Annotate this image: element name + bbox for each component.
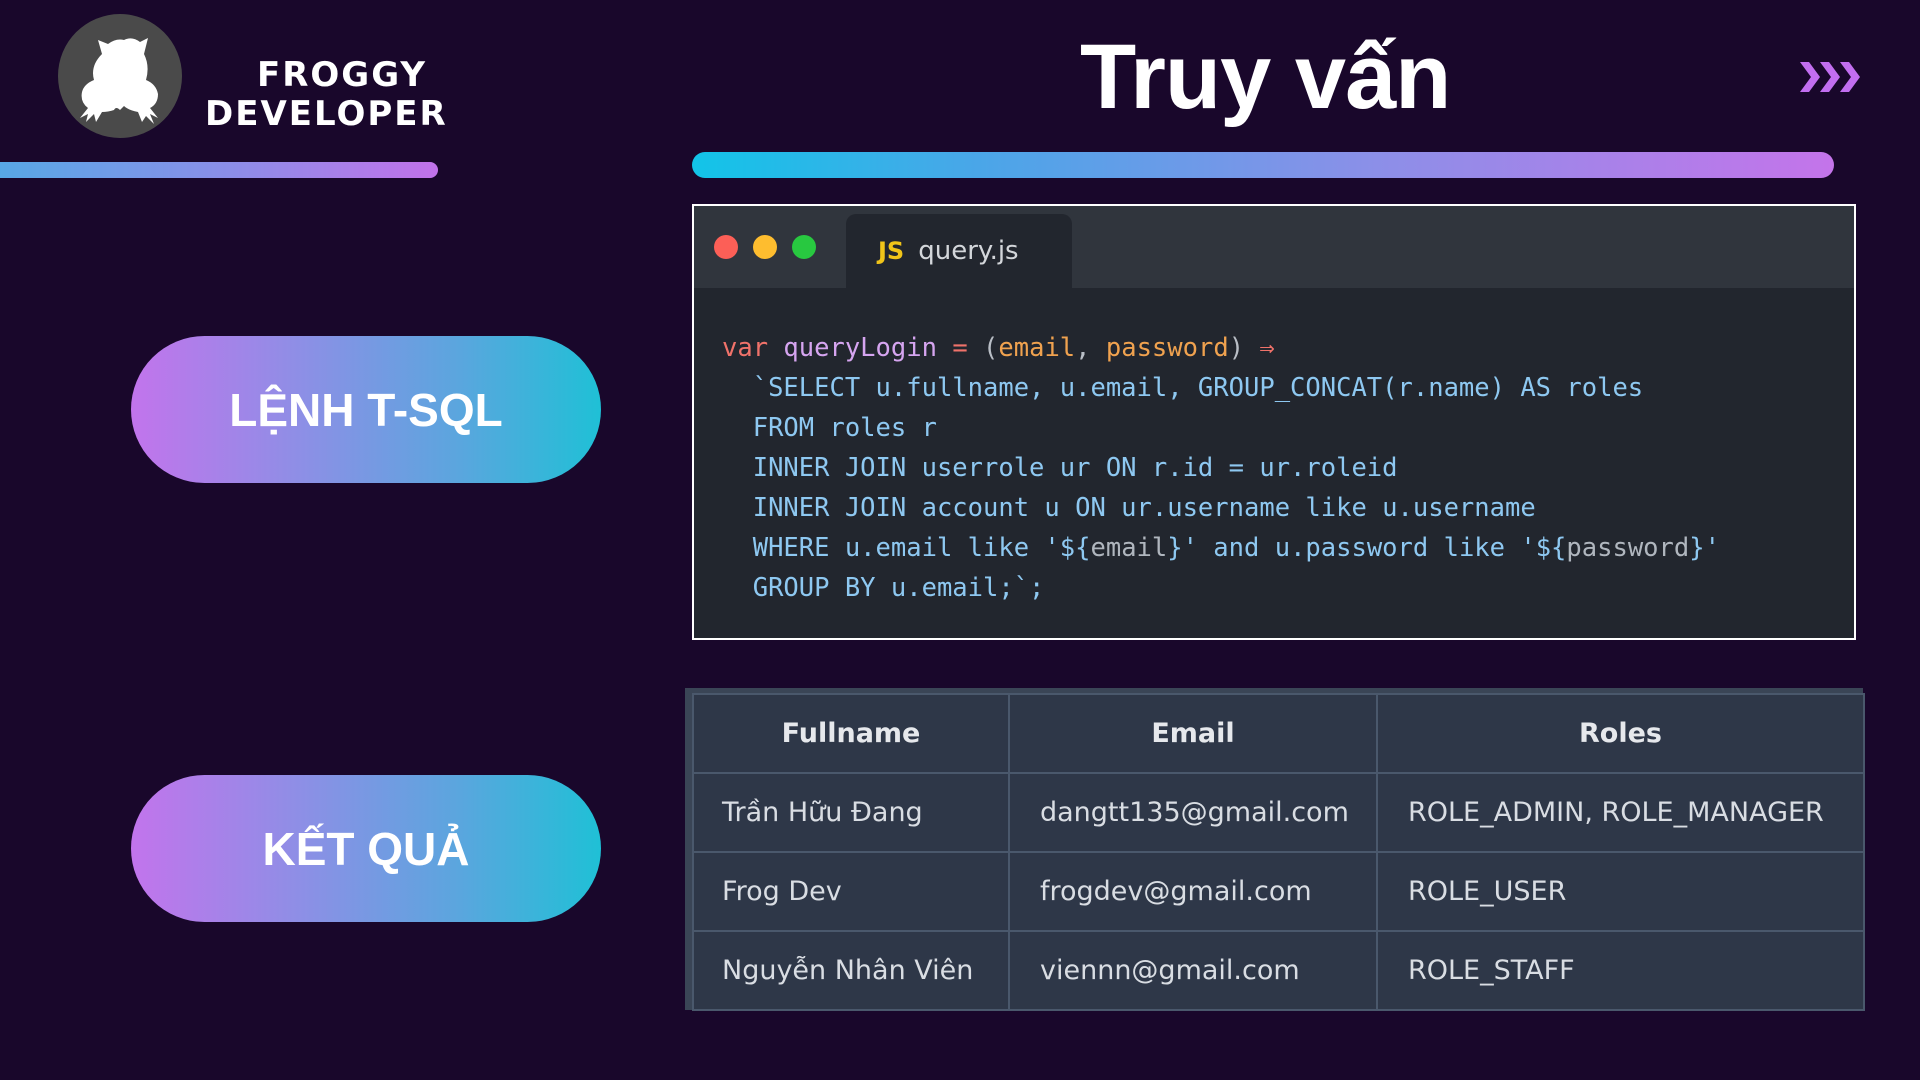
- code-content: var queryLogin = (email, password) ⇒ `SE…: [722, 328, 1720, 608]
- code-punct: ,: [1075, 333, 1091, 363]
- code-template-var: password: [1566, 533, 1690, 563]
- code-operator: =: [952, 333, 968, 363]
- code-line-1: var queryLogin = (email, password) ⇒: [722, 328, 1720, 368]
- table-header-row: Fullname Email Roles: [692, 693, 1865, 774]
- javascript-file-icon: JS: [878, 237, 905, 265]
- code-arrow: ⇒: [1259, 333, 1275, 363]
- triple-chevron-right-icon[interactable]: [1800, 60, 1862, 94]
- code-editor-window: JS query.js var queryLogin = (email, pas…: [692, 204, 1856, 640]
- code-template-var: email: [1090, 533, 1168, 563]
- code-line-5: INNER JOIN account u ON ur.username like…: [722, 488, 1720, 528]
- maximize-window-dot[interactable]: [792, 235, 816, 259]
- decorative-gradient-bar-right: [692, 152, 1834, 178]
- code-identifier: queryLogin: [783, 333, 937, 363]
- close-window-dot[interactable]: [714, 235, 738, 259]
- cell-roles: ROLE_ADMIN, ROLE_MANAGER: [1376, 772, 1865, 853]
- page-title: Truy vấn: [1080, 26, 1451, 128]
- code-line-7: GROUP BY u.email;`;: [722, 568, 1720, 608]
- editor-titlebar: JS query.js: [694, 206, 1854, 288]
- result-table-container: Fullname Email Roles Trần Hữu Đang dangt…: [685, 688, 1865, 1011]
- result-table: Fullname Email Roles Trần Hữu Đang dangt…: [692, 693, 1865, 1011]
- code-param: password: [1105, 333, 1229, 363]
- brand-line-1: FROGGY: [257, 55, 427, 95]
- cell-email: viennn@gmail.com: [1008, 930, 1378, 1011]
- cell-fullname: Frog Dev: [692, 851, 1010, 932]
- code-text: }': [1689, 533, 1720, 563]
- file-tab-query-js[interactable]: JS query.js: [846, 214, 1072, 288]
- section-sql-command[interactable]: LỆNH T-SQL: [131, 336, 601, 483]
- section-result[interactable]: KẾT QUẢ: [131, 775, 601, 922]
- code-text: INNER JOIN userrole ur ON r.id = ur.role…: [752, 453, 1398, 483]
- cell-fullname: Trần Hữu Đang: [692, 772, 1010, 853]
- column-header-email: Email: [1008, 693, 1378, 774]
- code-text: WHERE u.email like '${: [752, 533, 1091, 563]
- file-tab-label: query.js: [918, 236, 1019, 266]
- cell-fullname: Nguyễn Nhân Viên: [692, 930, 1010, 1011]
- brand-line-2: DEVELOPER: [205, 94, 448, 134]
- column-header-fullname: Fullname: [692, 693, 1010, 774]
- cell-email: frogdev@gmail.com: [1008, 851, 1378, 932]
- code-paren: ): [1228, 333, 1245, 363]
- brand-logo: [58, 14, 182, 138]
- table-row: Nguyễn Nhân Viên viennn@gmail.com ROLE_S…: [692, 930, 1865, 1011]
- code-line-6: WHERE u.email like '${email}' and u.pass…: [722, 528, 1720, 568]
- cell-roles: ROLE_USER: [1376, 851, 1865, 932]
- code-line-4: INNER JOIN userrole ur ON r.id = ur.role…: [722, 448, 1720, 488]
- table-row: Trần Hữu Đang dangtt135@gmail.com ROLE_A…: [692, 772, 1865, 853]
- code-keyword: var: [722, 333, 769, 363]
- code-text: FROM roles r: [752, 413, 937, 443]
- code-text: `SELECT u.fullname, u.email, GROUP_CONCA…: [752, 373, 1644, 403]
- column-header-roles: Roles: [1376, 693, 1865, 774]
- code-line-2: `SELECT u.fullname, u.email, GROUP_CONCA…: [722, 368, 1720, 408]
- cell-roles: ROLE_STAFF: [1376, 930, 1865, 1011]
- code-text: INNER JOIN account u ON ur.username like…: [752, 493, 1536, 523]
- code-line-3: FROM roles r: [722, 408, 1720, 448]
- cell-email: dangtt135@gmail.com: [1008, 772, 1378, 853]
- code-paren: (: [983, 333, 999, 363]
- minimize-window-dot[interactable]: [753, 235, 777, 259]
- code-param: email: [998, 333, 1076, 363]
- frog-silhouette-icon: [80, 38, 158, 124]
- table-row: Frog Dev frogdev@gmail.com ROLE_USER: [692, 851, 1865, 932]
- code-text: }' and u.password like '${: [1167, 533, 1567, 563]
- code-text: GROUP BY u.email;`;: [752, 573, 1045, 603]
- brand-name: FROGGY DEVELOPER: [205, 55, 448, 134]
- decorative-gradient-bar-left: [0, 162, 438, 178]
